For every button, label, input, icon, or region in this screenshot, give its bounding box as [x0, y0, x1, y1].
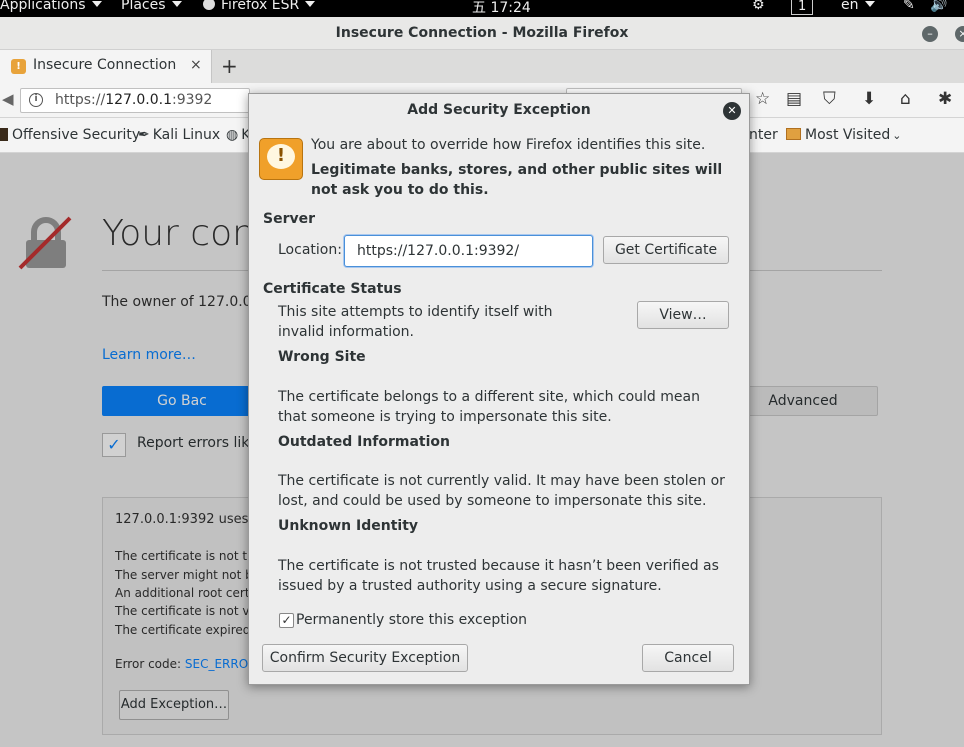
bookmark-kali-linux[interactable]: ✒ Kali Linux [138, 127, 220, 143]
screenshot-tool-icon[interactable]: ⚙ [752, 0, 765, 13]
new-tab-button[interactable]: + [221, 54, 238, 78]
location-input[interactable] [344, 235, 593, 267]
permanent-store-checkbox[interactable]: ✓ [279, 613, 294, 628]
dialog-close-icon[interactable]: ✕ [723, 102, 741, 120]
tab-close-icon[interactable]: × [190, 57, 202, 73]
volume-icon[interactable]: 🔊 [930, 0, 947, 13]
cancel-button[interactable]: Cancel [642, 644, 734, 672]
unknown-identity-heading: Unknown Identity [278, 518, 419, 534]
wrong-site-text: The certificate belongs to a different s… [278, 389, 700, 425]
intro-text: You are about to override how Firefox id… [311, 137, 706, 153]
chevron-down-icon [171, 1, 182, 7]
certificate-status-heading: Certificate Status [263, 281, 402, 297]
places-menu[interactable]: Places [121, 0, 182, 13]
home-icon[interactable]: ⌂ [900, 91, 911, 108]
server-heading: Server [263, 211, 316, 227]
location-label: Location: [278, 242, 342, 258]
language-label: en [841, 0, 859, 13]
wrong-site-heading: Wrong Site [278, 349, 366, 365]
view-certificate-button[interactable]: View… [637, 301, 729, 329]
chevron-down-icon [305, 1, 316, 7]
url-bar[interactable]: i https://127.0.0.1:9392 [20, 88, 250, 113]
places-label: Places [121, 0, 166, 13]
workspace-number: 1 [791, 0, 814, 15]
chevron-down-icon: ⌄ [892, 129, 902, 142]
app-menu-label: Firefox ESR [221, 0, 300, 13]
window-title: Insecure Connection - Mozilla Firefox [335, 25, 629, 41]
url-text: https://127.0.0.1:9392 [55, 92, 212, 108]
confirm-security-exception-button[interactable]: Confirm Security Exception [262, 644, 468, 672]
extension-icon[interactable]: ✱ [938, 91, 952, 108]
kali-dragon-icon: ✒ [138, 127, 150, 143]
warning-icon: ! [11, 59, 26, 74]
bookmark-nter[interactable]: nter [749, 127, 778, 143]
bookmark-label: Most Visited [805, 127, 891, 143]
pocket-icon[interactable]: ⛉ [823, 91, 836, 108]
gnome-top-bar: Applications Places Firefox ESR 五 17:24 … [0, 0, 964, 17]
window-title-bar: Insecure Connection - Mozilla Firefox – … [0, 17, 964, 50]
library-icon[interactable]: ▤ [786, 91, 802, 108]
pen-icon[interactable]: ✎ [903, 0, 915, 13]
bookmark-label: Offensive Security [12, 127, 141, 143]
globe-icon: ◍ [226, 127, 239, 143]
status-text: This site attempts to identify itself wi… [278, 304, 553, 340]
get-certificate-button[interactable]: Get Certificate [603, 236, 729, 264]
bookmark-k[interactable]: ◍ K [226, 127, 250, 143]
chevron-down-icon [91, 1, 102, 7]
info-icon[interactable]: i [29, 93, 43, 107]
outdated-text: The certificate is not currently valid. … [278, 473, 725, 509]
chevron-down-icon [864, 1, 875, 7]
permanent-store-label[interactable]: Permanently store this exception [296, 610, 527, 630]
warning-icon: ! [259, 138, 303, 180]
workspace-indicator[interactable]: 1 [791, 0, 814, 15]
bookmark-star-icon[interactable]: ☆ [755, 91, 770, 108]
folder-icon [786, 128, 801, 140]
applications-label: Applications [0, 0, 86, 13]
tab-insecure-connection[interactable]: ! Insecure Connection × [0, 50, 212, 83]
dialog-title: Add Security Exception [407, 102, 591, 118]
bookmark-label: Kali Linux [152, 127, 221, 143]
firefox-icon [203, 0, 215, 10]
url-port: :9392 [171, 92, 213, 108]
language-menu[interactable]: en [841, 0, 875, 13]
bookmark-most-visited[interactable]: Most Visited ⌄ [786, 127, 901, 143]
url-scheme: https:// [55, 92, 106, 108]
warning-text: Legitimate banks, stores, and other publ… [311, 162, 723, 198]
applications-menu[interactable]: Applications [0, 0, 102, 13]
minimize-icon[interactable]: – [922, 26, 938, 42]
tab-label: Insecure Connection [33, 57, 177, 73]
bookmark-icon [0, 128, 8, 141]
downloads-icon[interactable]: ⬇ [862, 91, 876, 108]
add-security-exception-dialog: Add Security Exception ✕ ! You are about… [248, 93, 750, 685]
app-menu[interactable]: Firefox ESR [203, 0, 316, 13]
tab-strip: ! Insecure Connection × + [0, 50, 964, 83]
bookmark-offensive-security[interactable]: Offensive Security [0, 127, 140, 143]
back-arrow-icon[interactable]: ◀ [2, 90, 14, 108]
outdated-heading: Outdated Information [278, 434, 451, 450]
clock[interactable]: 五 17:24 [472, 0, 531, 17]
url-host: 127.0.0.1 [105, 92, 172, 108]
close-window-icon[interactable]: × [955, 26, 964, 42]
unknown-identity-text: The certificate is not trusted because i… [278, 558, 719, 594]
